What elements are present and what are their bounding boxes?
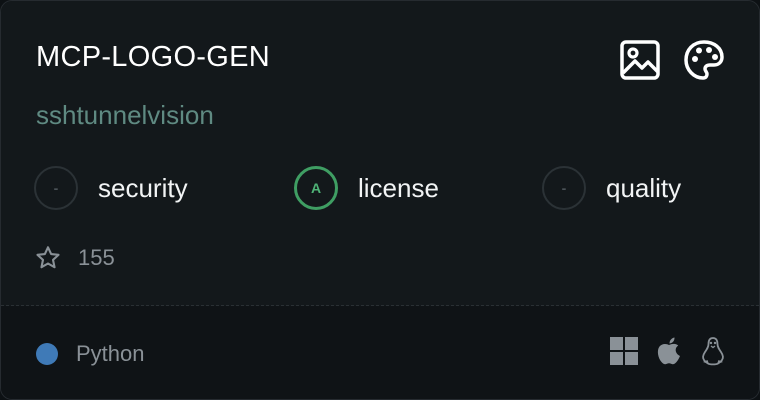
card-footer: Python <box>1 306 759 399</box>
card-owner[interactable]: sshtunnelvision <box>36 100 214 131</box>
license-label: license <box>358 172 439 203</box>
palette-icon <box>684 40 724 80</box>
linux-icon <box>702 337 724 366</box>
card-title[interactable]: MCP-LOGO-GEN <box>36 41 270 74</box>
language: Python <box>36 341 145 367</box>
server-card[interactable]: MCP-LOGO-GEN sshtunnelvision - security <box>0 0 760 400</box>
security-label: security <box>98 172 188 203</box>
star-count: 155 <box>34 244 115 272</box>
badge-license[interactable]: A license <box>294 164 439 212</box>
card-type-icons <box>618 38 726 82</box>
badge-quality[interactable]: - quality <box>542 164 681 212</box>
apple-icon <box>657 337 680 365</box>
quality-grade: - <box>542 166 586 210</box>
language-color-dot <box>36 343 58 365</box>
star-count-value: 155 <box>78 245 115 270</box>
score-badges: - security A license - quality <box>34 164 734 212</box>
star-icon <box>36 246 60 269</box>
quality-label: quality <box>606 172 682 203</box>
windows-icon <box>610 337 638 365</box>
card-header: MCP-LOGO-GEN sshtunnelvision - security <box>1 1 759 305</box>
license-grade: A <box>294 166 338 210</box>
badge-security[interactable]: - security <box>34 164 188 212</box>
platform-icons <box>610 336 726 366</box>
security-grade: - <box>34 166 78 210</box>
image-icon <box>620 40 660 80</box>
language-name: Python <box>76 341 145 366</box>
